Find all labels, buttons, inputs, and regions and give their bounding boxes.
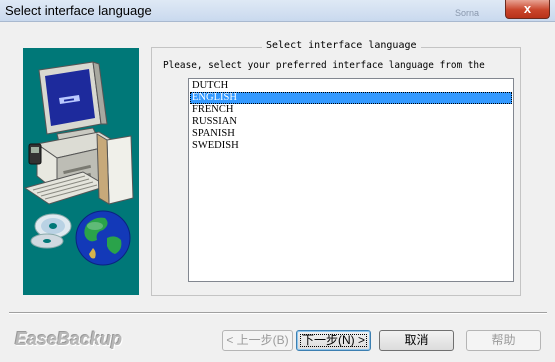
globe-icon [75, 210, 131, 266]
instruction-text: Please, select your preferred interface … [163, 60, 485, 71]
back-button-label: < 上一步(B) [226, 333, 289, 347]
background-window-text: Sorna [455, 8, 480, 18]
list-item-english[interactable]: ENGLISH [190, 92, 512, 104]
footer-divider [9, 312, 547, 314]
title-bar[interactable]: Select interface language Sorna x [0, 0, 555, 22]
artwork-svg [23, 61, 134, 266]
close-icon: x [523, 1, 532, 16]
next-button[interactable]: 下一步(N) > [296, 330, 371, 351]
language-listbox[interactable]: DUTCH ENGLISH FRENCH RUSSIAN SPANISH SWE… [188, 78, 514, 282]
list-item-dutch[interactable]: DUTCH [190, 80, 512, 92]
window-title: Select interface language [5, 3, 152, 18]
next-button-label: 下一步(N) > [301, 333, 365, 347]
back-button[interactable]: < 上一步(B) [222, 330, 293, 351]
cd-icon [30, 213, 72, 249]
list-item-russian[interactable]: RUSSIAN [190, 116, 512, 128]
wizard-artwork [23, 48, 139, 295]
cancel-button-label: 取消 [404, 333, 429, 347]
computer-icon [23, 61, 134, 205]
list-item-french[interactable]: FRENCH [190, 104, 512, 116]
help-button-label: 帮助 [491, 333, 516, 347]
brand-logo-text: EaseBackup [15, 329, 123, 349]
cancel-button[interactable]: 取消 [379, 330, 454, 351]
list-item-spanish[interactable]: SPANISH [190, 128, 512, 140]
help-button[interactable]: 帮助 [466, 330, 541, 351]
close-button[interactable]: x [505, 0, 550, 19]
groupbox-legend: Select interface language [262, 40, 421, 51]
list-item-swedish[interactable]: SWEDISH [190, 140, 512, 152]
